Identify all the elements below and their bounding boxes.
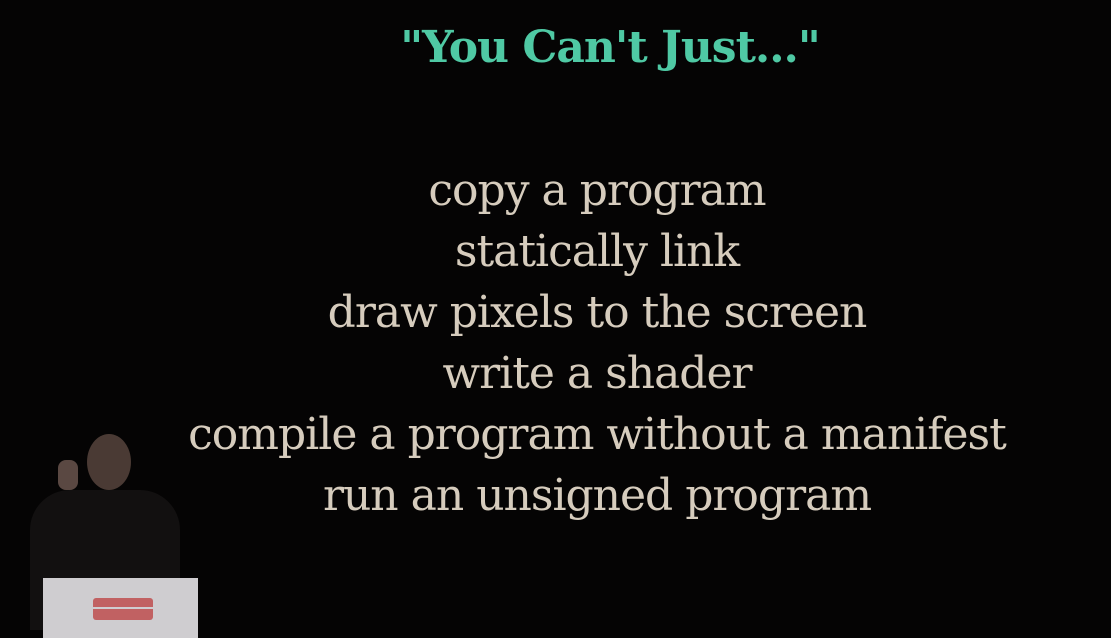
slide-item: statically link xyxy=(454,226,740,277)
podium xyxy=(43,578,198,638)
slide-item: draw pixels to the screen xyxy=(327,287,868,338)
podium-logo xyxy=(93,598,153,620)
slide-item: write a shader xyxy=(442,348,752,399)
slide-item: copy a program xyxy=(428,165,766,216)
speaker-head xyxy=(87,434,131,490)
speaker-hand xyxy=(58,460,78,490)
slide-title: "You Can't Just..." xyxy=(400,22,821,73)
